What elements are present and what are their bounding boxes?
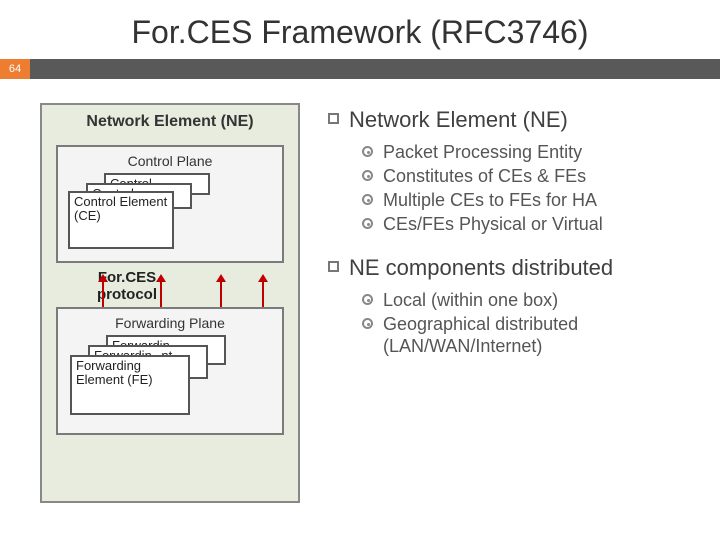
ne-diagram-title: Network Element (NE) <box>42 105 298 145</box>
ce-card-front: Control Element (CE) <box>68 191 174 249</box>
sub-bullet-item: Local (within one box) <box>362 289 698 311</box>
sub-bullet-item: Packet Processing Entity <box>362 141 698 163</box>
square-bullet-icon <box>328 113 339 124</box>
bullet-text: NE components distributed <box>349 255 613 281</box>
ne-diagram: Network Element (NE) Control Plane Contr… <box>40 103 300 503</box>
sub-bullet-item: Geographical distributed (LAN/WAN/Intern… <box>362 313 698 357</box>
bullet-list: Network Element (NE) Packet Processing E… <box>328 107 698 359</box>
protocol-label: For.CES protocol <box>72 269 182 303</box>
fe-card-front: Forwarding Element (FE) <box>70 355 190 415</box>
circle-bullet-icon <box>362 170 373 181</box>
control-plane-label: Control Plane <box>64 153 276 173</box>
sub-bullet-item: Constitutes of CEs & FEs <box>362 165 698 187</box>
circle-bullet-icon <box>362 194 373 205</box>
fe-stack: Forwardin Forwardin nt Forwarding Elemen… <box>70 335 230 419</box>
sub-bullet-text: Constitutes of CEs & FEs <box>383 165 586 187</box>
bullet-text: Network Element (NE) <box>349 107 568 133</box>
control-plane-box: Control Plane Control Control Control El… <box>56 145 284 263</box>
bullet-item: Network Element (NE) <box>328 107 698 133</box>
sub-bullet-text: Local (within one box) <box>383 289 558 311</box>
accent-bar: 64 <box>0 59 720 79</box>
slide-number-badge: 64 <box>0 59 30 79</box>
slide-content: Network Element (NE) Control Plane Contr… <box>0 79 720 549</box>
sub-bullet-text: Multiple CEs to FEs for HA <box>383 189 597 211</box>
circle-bullet-icon <box>362 218 373 229</box>
sub-bullet-item: CEs/FEs Physical or Virtual <box>362 213 698 235</box>
forwarding-plane-label: Forwarding Plane <box>64 315 276 335</box>
square-bullet-icon <box>328 261 339 272</box>
sub-bullet-item: Multiple CEs to FEs for HA <box>362 189 698 211</box>
sub-bullet-text: Packet Processing Entity <box>383 141 582 163</box>
forwarding-plane-box: Forwarding Plane Forwardin Forwardin nt … <box>56 307 284 435</box>
sub-bullet-text: CEs/FEs Physical or Virtual <box>383 213 603 235</box>
circle-bullet-icon <box>362 146 373 157</box>
ce-stack: Control Control Control Element (CE) <box>68 173 218 251</box>
slide-title: For.CES Framework (RFC3746) <box>0 0 720 59</box>
sub-bullet-text: Geographical distributed (LAN/WAN/Intern… <box>383 313 698 357</box>
circle-bullet-icon <box>362 294 373 305</box>
bullet-item: NE components distributed <box>328 255 698 281</box>
fe-front-text: Forwarding Element (FE) <box>76 358 153 387</box>
circle-bullet-icon <box>362 318 373 329</box>
